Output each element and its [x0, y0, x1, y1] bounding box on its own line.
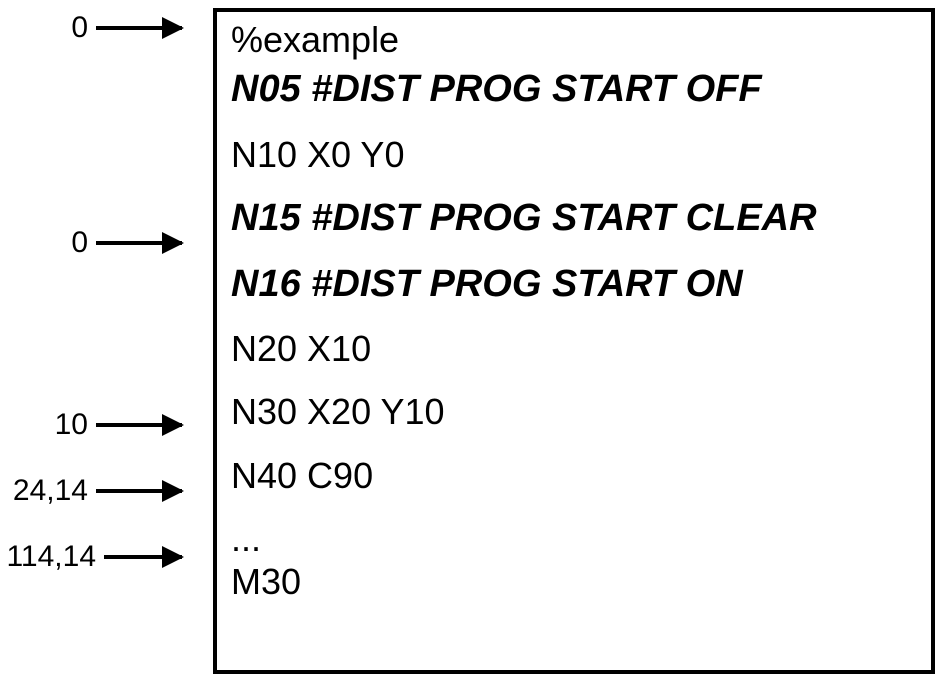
arrow-icon	[96, 241, 182, 245]
code-line: M30	[231, 560, 917, 603]
annotation-1: 0	[0, 226, 182, 260]
arrow-icon	[96, 423, 182, 427]
code-line: N30 X20 Y10	[231, 390, 917, 433]
annotation-label: 24,14	[0, 474, 88, 508]
code-box: %example N05 #DIST PROG START OFF N10 X0…	[213, 8, 935, 674]
annotation-0: 0	[0, 11, 182, 45]
arrow-icon	[104, 555, 182, 559]
code-line: N40 C90	[231, 454, 917, 497]
code-line: N15 #DIST PROG START CLEAR	[231, 196, 917, 242]
arrow-icon	[96, 489, 182, 493]
annotation-3: 24,14	[0, 474, 182, 508]
annotation-label: 0	[0, 11, 88, 45]
code-line: N20 X10	[231, 327, 917, 370]
arrow-icon	[96, 26, 182, 30]
annotation-label: 0	[0, 226, 88, 260]
annotation-label: 114,14	[0, 540, 96, 574]
code-line: N05 #DIST PROG START OFF	[231, 67, 917, 113]
code-line: ...	[231, 517, 917, 560]
annotation-2: 10	[0, 408, 182, 442]
annotation-4: 114,14	[0, 540, 182, 574]
code-line: N10 X0 Y0	[231, 133, 917, 176]
code-line: N16 #DIST PROG START ON	[231, 262, 917, 308]
code-line: %example	[231, 18, 917, 61]
annotation-label: 10	[0, 408, 88, 442]
